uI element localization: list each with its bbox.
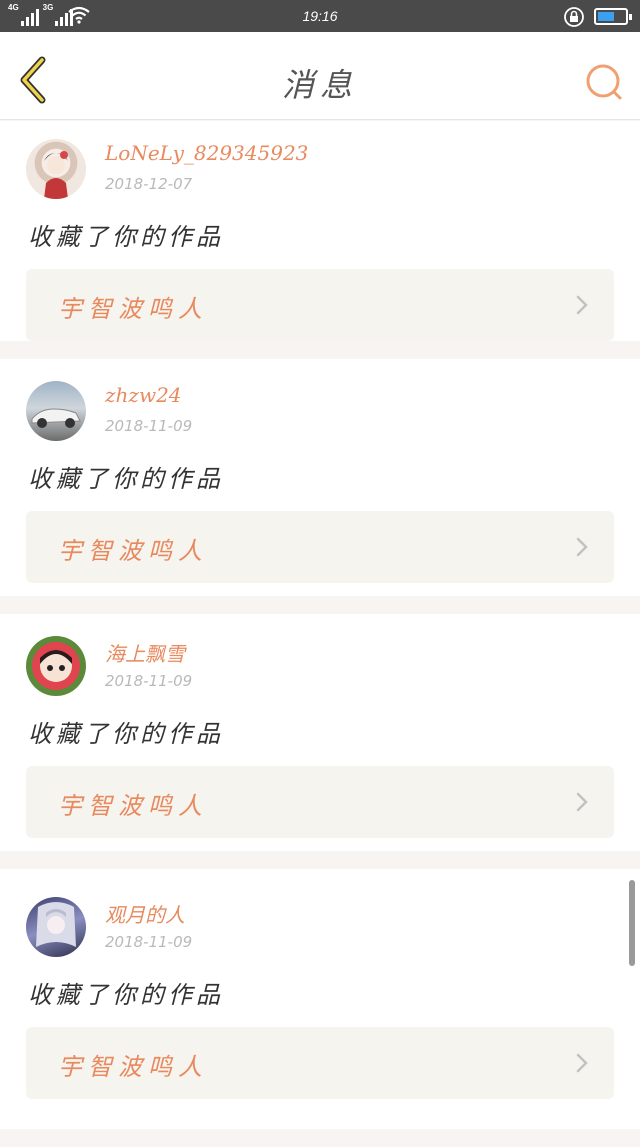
timestamp: 2018-11-09 — [105, 933, 193, 951]
username[interactable]: 观月的人 — [105, 899, 185, 928]
work-title: 宇智波鸣人 — [58, 1053, 208, 1081]
avatar[interactable] — [26, 636, 86, 696]
chevron-right-icon — [576, 295, 588, 315]
timestamp: 2018-12-07 — [105, 175, 193, 193]
timestamp: 2018-11-09 — [105, 672, 193, 690]
scrollbar[interactable] — [629, 880, 635, 966]
list-item: 海上飘雪 2018-11-09 收藏了你的作品 宇智波鸣人 — [0, 614, 640, 851]
search-icon[interactable] — [584, 62, 624, 102]
list-item: zhzw24 2018-11-09 收藏了你的作品 宇智波鸣人 — [0, 359, 640, 596]
battery-icon — [594, 8, 632, 25]
username[interactable]: zhzw24 — [105, 383, 182, 407]
list-item: LoNeLy_829345923 2018-12-07 收藏了你的作品 宇智波鸣… — [0, 121, 640, 341]
work-title: 宇智波鸣人 — [58, 295, 208, 323]
avatar[interactable] — [26, 381, 86, 441]
timestamp: 2018-11-09 — [105, 417, 193, 435]
work-link[interactable]: 宇智波鸣人 — [26, 269, 614, 341]
work-link[interactable]: 宇智波鸣人 — [26, 511, 614, 583]
status-bar: 4G 3G 19:16 — [0, 0, 640, 32]
chevron-right-icon — [576, 792, 588, 812]
activity-text: 收藏了你的作品 — [28, 720, 224, 748]
work-link[interactable]: 宇智波鸣人 — [26, 766, 614, 838]
header: 消息 — [0, 32, 640, 120]
page-title: 消息 — [281, 66, 358, 104]
work-title: 宇智波鸣人 — [58, 792, 208, 820]
rotation-lock-icon — [564, 7, 584, 27]
avatar[interactable] — [26, 897, 86, 957]
username[interactable]: 海上飘雪 — [105, 638, 185, 667]
activity-text: 收藏了你的作品 — [28, 465, 224, 493]
clock: 19:16 — [302, 8, 338, 24]
username[interactable]: LoNeLy_829345923 — [105, 141, 308, 165]
work-title: 宇智波鸣人 — [58, 537, 208, 565]
work-link[interactable]: 宇智波鸣人 — [26, 1027, 614, 1099]
activity-text: 收藏了你的作品 — [28, 981, 224, 1009]
chevron-right-icon — [576, 1053, 588, 1073]
message-list: LoNeLy_829345923 2018-12-07 收藏了你的作品 宇智波鸣… — [0, 121, 640, 1147]
list-item: 观月的人 2018-11-09 收藏了你的作品 宇智波鸣人 — [0, 869, 640, 1129]
chevron-right-icon — [576, 537, 588, 557]
avatar[interactable] — [26, 139, 86, 199]
activity-text: 收藏了你的作品 — [28, 223, 224, 251]
